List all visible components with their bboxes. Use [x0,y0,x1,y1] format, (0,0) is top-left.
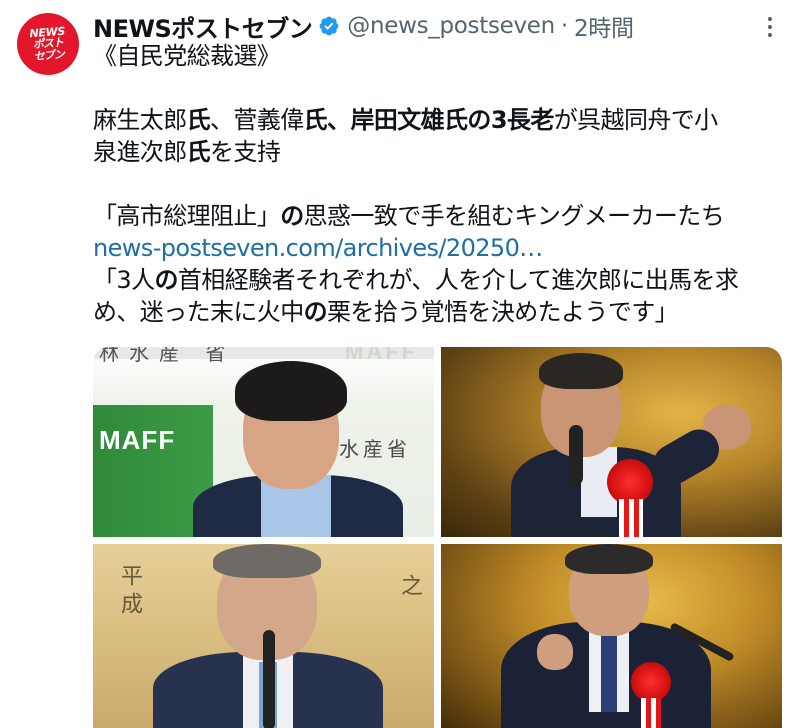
text-span: 岸田文雄氏の3長老 [350,106,554,134]
text-span: の [280,202,304,230]
avatar-text-seven: セブン [33,47,65,64]
sign-text: MAFF [99,425,176,455]
text-span: の [154,266,178,294]
text-span: 泉進次郎 [93,138,187,166]
text-span: 氏 [186,138,211,166]
text-span: 「3人 [93,266,155,294]
person-hair [235,361,347,421]
rosette-ribbon [641,698,661,728]
text-span: 思惑一致で手を組むキングメーカーたち [303,202,725,230]
text-span: 氏 [186,106,211,134]
text-line: 泉進次郎氏を支持 [93,136,785,168]
text-span: 栗を拾う覚悟を決めたようです」 [327,298,679,326]
separator: · [560,13,568,39]
text-line: 麻生太郎氏、菅義偉氏、岸田文雄氏の3長老が呉越同舟で小 [93,104,785,136]
text-span: が呉越同舟で小 [553,106,718,134]
person-hair [213,544,321,578]
calligraphy: 平成 [117,564,142,620]
person-hand [537,634,573,670]
photo-aso[interactable] [441,347,782,537]
photo-kishida[interactable] [441,544,782,728]
person-tie [601,632,617,712]
text-line: 「3人の首相経験者それぞれが、人を介して進次郎に出馬を求 [93,264,785,296]
person-hair [539,353,623,389]
sign-text: 林水産 省 [99,347,236,365]
text-span: め、迷った末に火中 [93,298,304,326]
text-span: 、菅義偉 [210,106,304,134]
text-line: 《自民党総裁選》 [93,40,785,72]
text-span: の [303,298,328,326]
rosette [631,662,671,702]
timestamp[interactable]: 2時間 [574,9,634,43]
photo-koizumi[interactable]: 林水産 省 MAFF MAFF 林水産省 [93,347,434,537]
rosette-ribbon [619,499,643,537]
text-span: 「高市総理阻止」 [93,202,281,230]
text-span: を支持 [210,138,281,166]
microphone [263,630,275,728]
photo-suga[interactable]: 平成 之 [93,544,434,728]
text-span: 氏 [303,106,328,134]
text-line: news-postseven.com/archives/20250… [93,232,785,264]
text-span: 首相経験者それぞれが、人を介して進次郎に出馬を求 [177,266,739,294]
microphone [569,425,583,485]
verified-badge-icon[interactable] [318,15,340,37]
avatar[interactable]: NEWS ポスト セブン [14,10,82,78]
tweet[interactable]: NEWS ポスト セブン NEWSポストセブン @news_postseven … [0,0,800,728]
text-line: め、迷った末に火中の栗を拾う覚悟を決めたようです」 [93,296,785,328]
tweet-text: 《自民党総裁選》 麻生太郎氏、菅義偉氏、岸田文雄氏の3長老が呉越同舟で小 泉進次… [93,40,785,328]
text-line: 「高市総理阻止」の思惑一致で手を組むキングメーカーたち [93,200,785,232]
display-name[interactable]: NEWSポストセブン [93,9,313,44]
handle[interactable]: @news_postseven [347,13,555,39]
sign-text: MAFF [345,347,419,364]
person-hair [565,544,653,574]
media-grid: 林水産 省 MAFF MAFF 林水産省 平成 之 [93,347,782,728]
more-options-icon[interactable] [758,14,782,40]
text-span: 、 [327,106,351,134]
tweet-header: NEWSポストセブン @news_postseven · 2時間 [93,9,634,44]
text-span: 麻生太郎 [93,106,187,134]
text-line-1: 《自民党総裁選》 [93,42,281,70]
article-link[interactable]: news-postseven.com/archives/20250… [93,234,543,262]
calligraphy: 之 [397,574,422,602]
